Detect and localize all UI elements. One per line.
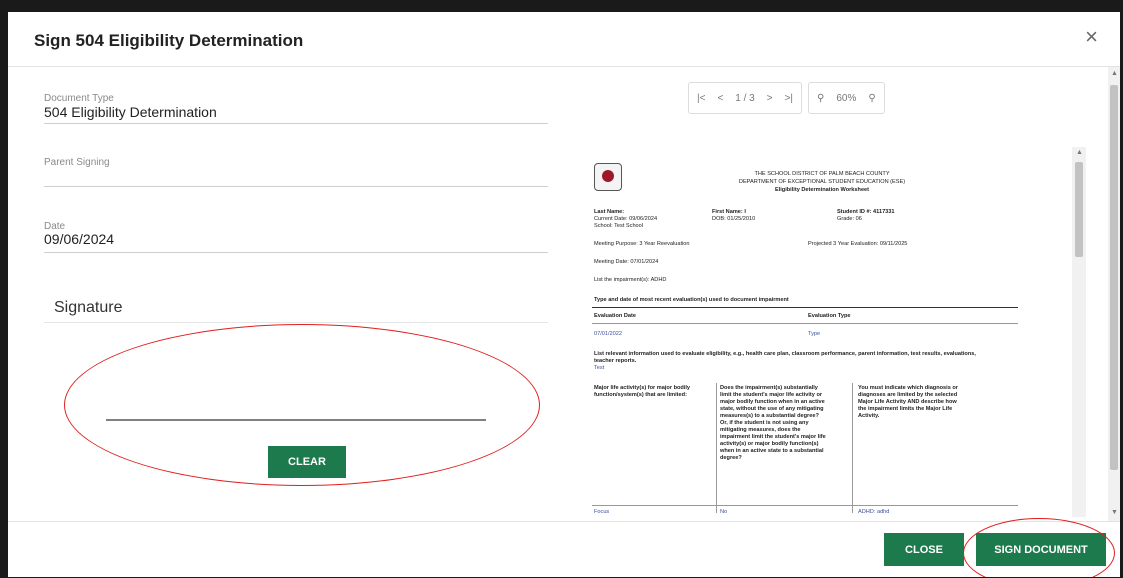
document-type-value: 504 Eligibility Determination [44, 104, 217, 120]
last-page-icon[interactable]: >| [785, 93, 793, 104]
signature-divider [44, 322, 548, 323]
doc-table-rule-3 [592, 505, 1018, 506]
doc-dob: DOB: 01/25/2010 [712, 216, 756, 222]
viewer-toolbar: |< < 1 / 3 > >| ⚲ 60% ⚲ [688, 82, 885, 114]
doc-eval-type-value: Type [808, 331, 821, 337]
doc-col-eval-date: Evaluation Date [594, 313, 636, 319]
doc-relevant-info: List relevant information used to evalua… [594, 351, 976, 364]
doc-meeting-purpose: Meeting Purpose: 3 Year Reevaluation [594, 241, 690, 247]
document-scroll-thumb[interactable] [1075, 162, 1083, 257]
dialog-scroll-thumb[interactable] [1110, 85, 1118, 470]
doc-table-rule-2 [592, 323, 1018, 324]
doc-grade: Grade: 06 [837, 216, 862, 222]
close-icon[interactable]: × [1085, 26, 1098, 48]
doc-eval-date-value: 07/01/2022 [594, 331, 622, 337]
page-indicator: 1 / 3 [735, 92, 755, 104]
document-preview[interactable]: THE SCHOOL DISTRICT OF PALM BEACH COUNTY… [572, 147, 1072, 517]
dialog-scroll-up-icon[interactable]: ▲ [1111, 70, 1118, 77]
doc-impairments: List the impairment(s): ADHD [594, 277, 667, 283]
doc-row-col3: ADHD: adhd [858, 509, 890, 515]
doc-row-divider-v1 [716, 383, 717, 513]
doc-school: School: Test School [594, 223, 644, 229]
doc-relevant-value: Test [594, 365, 605, 371]
sign-document-button[interactable]: SIGN DOCUMENT [976, 533, 1106, 566]
doc-col-eval-type: Evaluation Type [808, 313, 851, 319]
parent-signing-field[interactable] [44, 186, 548, 187]
dialog-header: Sign 504 Eligibility Determination × [8, 12, 1120, 67]
doc-row-col2: No [720, 509, 728, 515]
date-underline [44, 252, 548, 253]
dialog-footer: CLOSE SIGN DOCUMENT [8, 521, 1120, 577]
doc-current-date: Current Date: 09/06/2024 [594, 216, 658, 222]
zoom-in-icon[interactable]: ⚲ [868, 93, 875, 104]
signature-pad-line[interactable] [106, 419, 486, 421]
first-page-icon[interactable]: |< [697, 93, 705, 104]
prev-page-icon[interactable]: < [717, 93, 723, 104]
dialog-scroll-down-icon[interactable]: ▼ [1111, 509, 1118, 516]
zoom-level: 60% [836, 92, 857, 104]
dialog-scrollbar[interactable]: ▲ ▼ [1108, 67, 1120, 521]
scroll-up-arrow-icon[interactable]: ▲ [1076, 149, 1083, 156]
doc-major-life-col: Major life activity(s) for major bodily … [594, 385, 691, 398]
doc-indicate-col: You must indicate which diagnosis or dia… [858, 385, 958, 419]
document-type-label: Document Type [44, 93, 114, 104]
doc-department: DEPARTMENT OF EXCEPTIONAL STUDENT EDUCAT… [738, 179, 906, 185]
document-type-underline [44, 123, 548, 124]
doc-table-rule [592, 307, 1018, 308]
doc-first-name: First Name: I [712, 209, 746, 215]
doc-impairment-limit-col: Does the impairment(s) substantially lim… [720, 385, 826, 461]
doc-form-title: Eligibility Determination Worksheet [774, 187, 870, 193]
next-page-icon[interactable]: > [767, 93, 773, 104]
doc-type-date-heading: Type and date of most recent evaluation(… [594, 297, 789, 303]
doc-student-id: Student ID #: 4117331 [837, 209, 895, 215]
doc-meeting-date: Meeting Date: 07/01/2024 [594, 259, 659, 265]
zoom-out-icon[interactable]: ⚲ [817, 93, 824, 104]
zoom-group: ⚲ 60% ⚲ [808, 82, 885, 114]
sign-dialog: Sign 504 Eligibility Determination × Doc… [8, 12, 1120, 577]
pagination-group: |< < 1 / 3 > >| [688, 82, 803, 114]
date-value: 09/06/2024 [44, 231, 115, 247]
close-button[interactable]: CLOSE [884, 533, 964, 566]
document-scrollbar[interactable]: ▲ [1072, 147, 1086, 517]
doc-district: THE SCHOOL DISTRICT OF PALM BEACH COUNTY [754, 171, 890, 177]
doc-projected-eval: Projected 3 Year Evaluation: 09/11/2025 [808, 241, 908, 247]
clear-button[interactable]: CLEAR [268, 446, 346, 478]
doc-row-col1: Focus [594, 509, 610, 515]
doc-row-divider-v2 [852, 383, 853, 513]
dialog-title: Sign 504 Eligibility Determination [34, 31, 304, 50]
doc-last-name: Last Name: [594, 209, 625, 215]
parent-signing-label: Parent Signing [44, 157, 110, 168]
signing-form: Document Type 504 Eligibility Determinat… [8, 67, 570, 521]
signature-heading: Signature [54, 299, 123, 316]
district-logo-icon [594, 163, 622, 191]
